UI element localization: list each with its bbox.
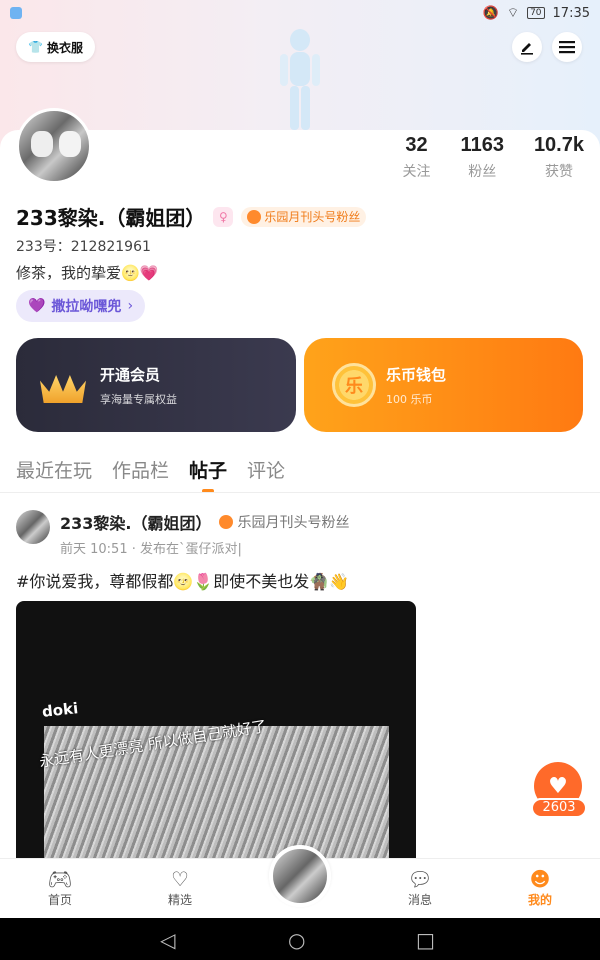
mute-icon: 🔕 [482, 5, 499, 21]
nav-messages[interactable]: 💬︎ 消息 [380, 867, 460, 908]
battery-indicator: 70 [527, 7, 545, 19]
stat-label: 粉丝 [468, 164, 497, 180]
stat-likes[interactable]: 10.7k 获赞 [534, 134, 584, 181]
tab-works[interactable]: 作品栏 [112, 456, 169, 483]
edit-profile-button[interactable] [512, 32, 542, 62]
system-navigation-bar: ◁ ○ □ [0, 918, 600, 960]
recents-icon[interactable]: □ [416, 928, 435, 952]
chevron-right-icon: › [127, 298, 134, 314]
smile-icon: ☻ [529, 867, 551, 891]
gamepad-icon: 🎮︎ [47, 867, 73, 891]
pencil-icon [521, 43, 533, 55]
nav-me[interactable]: ☻ 我的 [500, 867, 580, 908]
post-fan-badge-label: 乐园月刊头号粉丝 [237, 515, 350, 531]
post-header: 233黎染.（霸姐团） 乐园月刊头号粉丝 [60, 510, 349, 534]
home-icon[interactable]: ○ [288, 928, 305, 952]
stat-value: 1163 [460, 134, 504, 156]
image-sticker: doki [41, 699, 80, 721]
chat-icon: 💬︎ [407, 867, 433, 891]
medal-icon [219, 515, 234, 529]
medal-icon [247, 209, 262, 224]
bio: 修茶，我的挚爱🌝💗 [16, 264, 159, 282]
3d-avatar-figure[interactable] [270, 26, 330, 130]
tab-recently-played[interactable]: 最近在玩 [16, 456, 92, 483]
menu-button[interactable] [552, 32, 582, 62]
stat-followers[interactable]: 1163 粉丝 [461, 134, 504, 181]
nav-featured[interactable]: ♡ 精选 [140, 867, 220, 908]
username: 233黎染.（霸姐团） [16, 206, 206, 230]
nav-label: 消息 [407, 893, 432, 907]
status-bar: 🔕 ⌔ 70 17:35 [0, 0, 600, 26]
user-id: 233号：212821961 [16, 239, 151, 255]
female-gender-icon: ♀ [213, 206, 234, 227]
name-row: 233黎染.（霸姐团） ♀ 乐园月刊头号粉丝 [16, 202, 367, 231]
wallet-subtitle: 100 乐币 [386, 392, 433, 406]
profile-stats: 32 关注 1163 粉丝 10.7k 获赞 [403, 134, 584, 181]
avatar-face [59, 131, 81, 157]
post-meta: 前天 10:51 · 发布在`蛋仔派对| [60, 542, 242, 557]
tab-comments[interactable]: 评论 [247, 456, 285, 483]
tag-label: 撒拉呦嘿兜 [51, 299, 122, 315]
nav-label: 首页 [47, 893, 72, 907]
like-count: 2603 [531, 798, 587, 818]
stat-following[interactable]: 32 关注 [403, 134, 431, 181]
profile-tabs: 最近在玩 作品栏 帖子 评论 [16, 456, 285, 483]
fan-badge[interactable]: 乐园月刊头号粉丝 [241, 206, 367, 227]
change-outfit-label: 换衣服 [46, 40, 83, 55]
post-fan-badge: 乐园月刊头号粉丝 [219, 512, 349, 532]
stat-label: 关注 [402, 164, 431, 180]
change-outfit-button[interactable]: 👕 换衣服 [16, 32, 95, 62]
divider [0, 492, 600, 493]
heart-icon: ♥ [548, 773, 568, 799]
coin-icon: 乐 [332, 363, 376, 407]
heart-icon: 💜 [28, 298, 46, 314]
hamburger-icon [559, 41, 575, 54]
crown-icon [40, 367, 86, 403]
stat-value: 10.7k [533, 134, 584, 156]
fan-badge-label: 乐园月刊头号粉丝 [264, 210, 361, 224]
wifi-icon: ⌔ [506, 6, 520, 21]
bottom-nav: 🎮︎ 首页 ♡ 精选 💬︎ 消息 ☻ 我的 [0, 845, 600, 918]
nav-home[interactable]: 🎮︎ 首页 [20, 867, 100, 908]
nav-label: 我的 [527, 893, 552, 907]
back-icon[interactable]: ◁ [160, 928, 175, 952]
heart-outline-icon: ♡ [171, 867, 189, 891]
vip-card[interactable]: 开通会员 享海量专属权益 [16, 338, 296, 432]
vip-subtitle: 享海量专属权益 [100, 392, 177, 406]
tab-posts[interactable]: 帖子 [189, 456, 227, 483]
wallet-card[interactable]: 乐 乐币钱包 100 乐币 [304, 338, 583, 432]
stat-label: 获赞 [544, 164, 573, 180]
app-notification-icon [10, 7, 22, 19]
nav-center-avatar[interactable] [269, 845, 331, 907]
avatar[interactable] [16, 108, 92, 184]
clock: 17:35 [552, 5, 590, 21]
vip-title: 开通会员 [100, 365, 161, 384]
tag-pill[interactable]: 💜 撒拉呦嘿兜 › [16, 290, 146, 322]
avatar-face [31, 131, 53, 157]
shirt-icon: 👕 [28, 40, 43, 54]
nav-label: 精选 [167, 893, 192, 907]
stat-value: 32 [405, 134, 428, 156]
wallet-title: 乐币钱包 [386, 365, 447, 384]
post-author-name[interactable]: 233黎染.（霸姐团） [60, 510, 211, 534]
post-text: #你说爱我，尊都假都🌝🌷即使不美也发🧌👋 [16, 572, 350, 591]
post-author-avatar[interactable] [16, 510, 50, 544]
